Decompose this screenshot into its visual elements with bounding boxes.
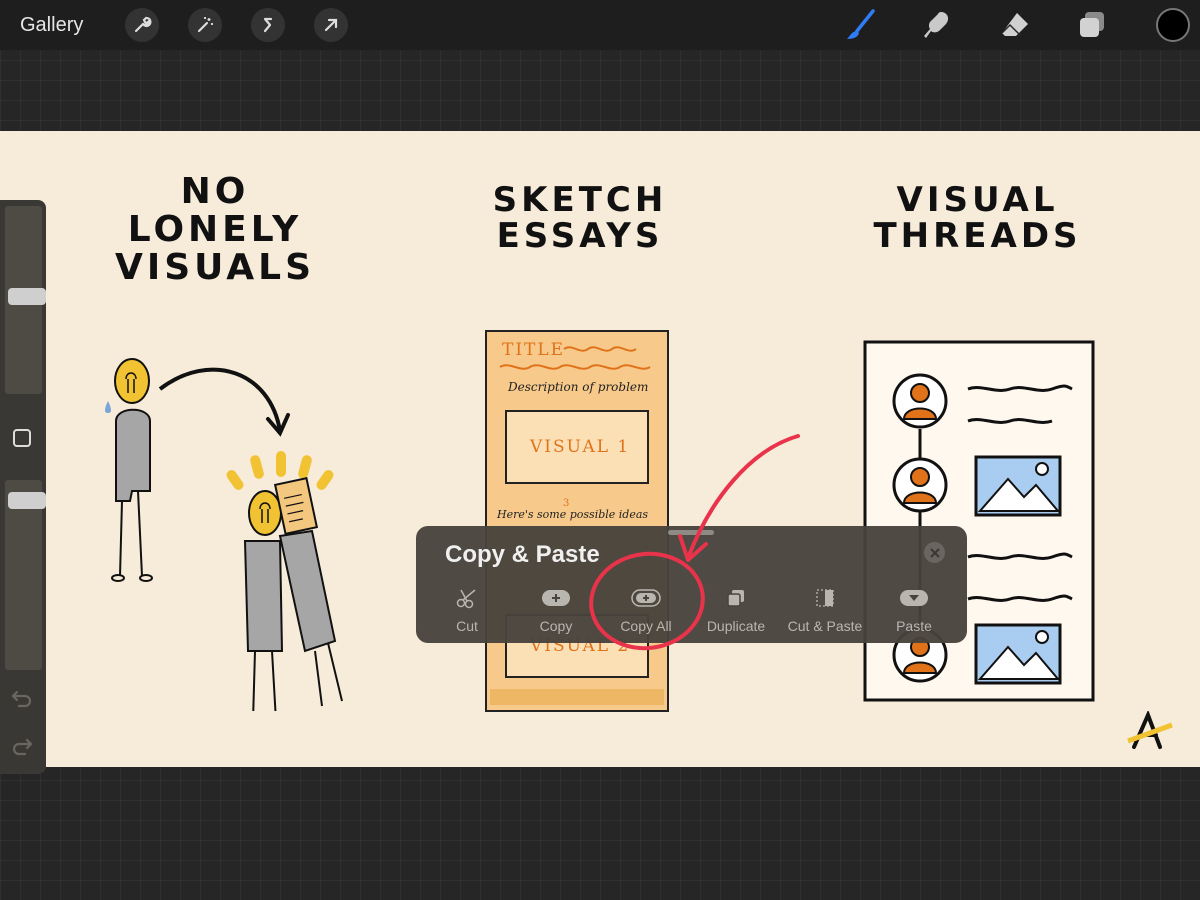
annotation-overlay xyxy=(589,434,800,651)
opacity-slider[interactable] xyxy=(5,480,46,670)
magic-wand-icon[interactable] xyxy=(188,8,222,42)
visual-threads-illustration xyxy=(863,340,1095,702)
opacity-thumb[interactable] xyxy=(8,492,46,509)
title-line-2: ESSAYS xyxy=(496,215,664,256)
panel-title: Copy & Paste xyxy=(445,541,600,568)
left-sidebar xyxy=(0,200,46,774)
title-line-1: SKETCH xyxy=(492,180,668,220)
redo-icon[interactable] xyxy=(11,736,33,762)
paste-down-icon xyxy=(859,586,969,610)
transform-arrow-icon[interactable] xyxy=(314,8,348,42)
paste-label: Paste xyxy=(896,618,932,634)
title-line-1: VISUAL xyxy=(896,180,1059,220)
wrench-icon[interactable] xyxy=(125,8,159,42)
brush-size-thumb[interactable] xyxy=(8,288,46,305)
close-icon[interactable] xyxy=(924,542,945,563)
eraser-icon[interactable] xyxy=(995,5,1035,45)
title-line-2: THREADS xyxy=(873,215,1082,256)
title-no-lonely-visuals: NO LONELY VISUALS xyxy=(110,173,320,286)
modify-button[interactable] xyxy=(13,429,31,447)
title-line-3: VISUALS xyxy=(114,246,316,288)
title-sketch-essays: SKETCH ESSAYS xyxy=(475,180,685,256)
title-line-1: NO xyxy=(180,171,250,212)
gallery-button[interactable]: Gallery xyxy=(20,14,96,37)
artist-logo xyxy=(1127,711,1173,749)
title-line-2: LONELY xyxy=(127,208,303,250)
top-toolbar: Gallery xyxy=(0,0,1200,50)
thread-avatar xyxy=(892,373,948,429)
essay-description: Description of problem xyxy=(508,380,649,394)
lonely-visuals-illustration xyxy=(105,358,343,711)
title-visual-threads: VISUAL THREADS xyxy=(870,180,1085,256)
selection-icon[interactable] xyxy=(251,8,285,42)
right-tools xyxy=(804,0,1200,50)
essay-superscript: 3 xyxy=(563,498,570,509)
essay-title: TITLE xyxy=(502,340,566,360)
layers-icon[interactable] xyxy=(1072,5,1112,45)
brush-size-slider[interactable] xyxy=(5,206,46,394)
paste-button[interactable]: Paste xyxy=(859,586,969,634)
undo-icon[interactable] xyxy=(11,688,33,714)
brush-icon[interactable] xyxy=(841,5,881,45)
color-picker-swatch[interactable] xyxy=(1156,8,1190,42)
smudge-icon[interactable] xyxy=(918,5,958,45)
